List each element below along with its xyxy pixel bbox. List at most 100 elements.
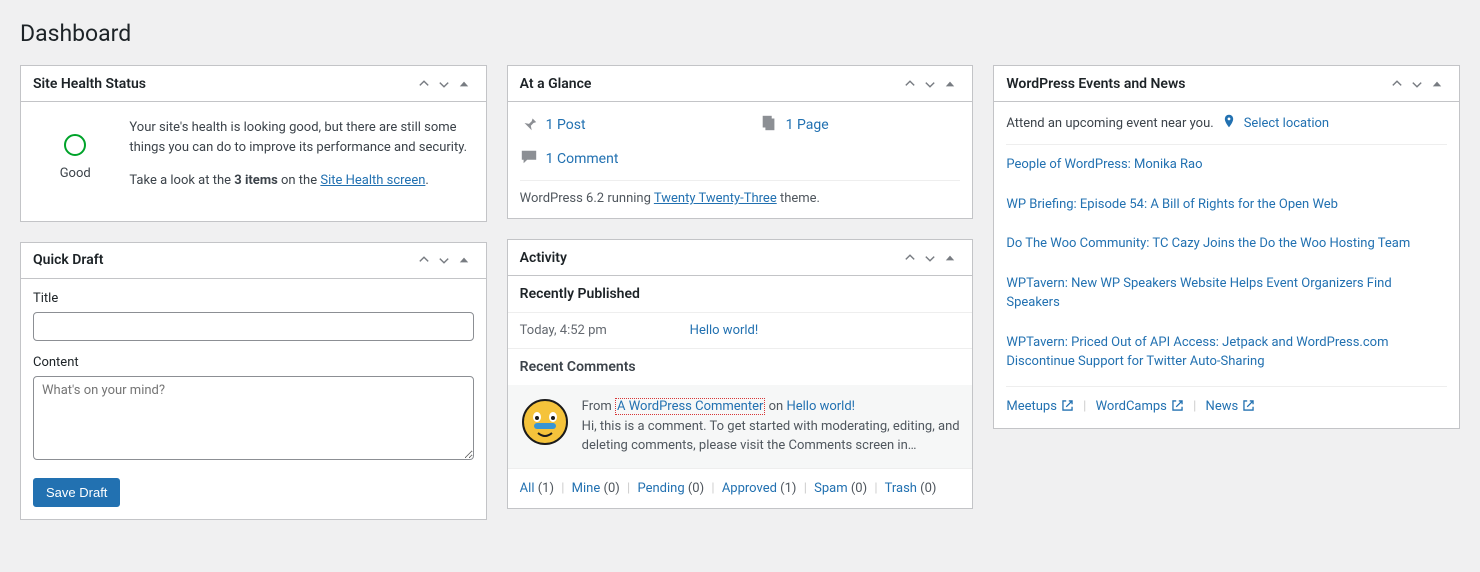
separator: | xyxy=(1193,399,1196,414)
news-item: People of WordPress: Monika Rao xyxy=(1006,145,1447,185)
move-up-icon[interactable] xyxy=(900,248,920,268)
move-down-icon[interactable] xyxy=(920,74,940,94)
external-link-icon xyxy=(1061,399,1074,416)
move-down-icon[interactable] xyxy=(920,248,940,268)
news-link[interactable]: WPTavern: Priced Out of API Access: Jetp… xyxy=(1006,335,1388,370)
count: (0) xyxy=(688,481,704,496)
column-1: Site Health Status Good Your site's heal… xyxy=(20,65,487,520)
recently-published-heading: Recently Published xyxy=(508,276,973,313)
comments-link[interactable]: 1 Comment xyxy=(546,151,619,167)
move-up-icon[interactable] xyxy=(414,250,434,270)
count: (0) xyxy=(604,481,620,496)
comment-text: From A WordPress Commenter on Hello worl… xyxy=(582,397,961,456)
external-link-icon xyxy=(1171,399,1184,416)
dashboard-columns: Site Health Status Good Your site's heal… xyxy=(20,65,1460,520)
avatar xyxy=(520,397,570,456)
news-link[interactable]: WP Briefing: Episode 54: A Bill of Right… xyxy=(1006,197,1338,212)
move-down-icon[interactable] xyxy=(434,250,454,270)
separator: | xyxy=(874,481,877,496)
filter-pending[interactable]: Pending xyxy=(637,481,684,496)
save-draft-button[interactable]: Save Draft xyxy=(33,478,120,507)
filter-trash[interactable]: Trash xyxy=(885,481,917,496)
content-textarea[interactable] xyxy=(33,376,474,460)
theme-link[interactable]: Twenty Twenty-Three xyxy=(654,191,777,206)
post-link[interactable]: Hello world! xyxy=(690,323,759,338)
commenter-link[interactable]: A WordPress Commenter xyxy=(615,398,765,415)
toggle-icon[interactable] xyxy=(454,250,474,270)
count: (0) xyxy=(920,481,936,496)
glance-posts: 1 Post xyxy=(520,114,720,136)
move-up-icon[interactable] xyxy=(1387,74,1407,94)
count: (1) xyxy=(780,481,796,496)
widget-at-a-glance: At a Glance 1 Post 1 Page xyxy=(507,65,974,219)
separator: | xyxy=(561,481,564,496)
news-ext-link[interactable]: News xyxy=(1206,399,1256,414)
filter-approved[interactable]: Approved xyxy=(722,481,777,496)
glance-grid: 1 Post 1 Page 1 Comment xyxy=(520,114,961,170)
site-health-screen-link[interactable]: Site Health screen xyxy=(320,173,425,188)
title-input[interactable] xyxy=(33,312,474,341)
widget-title: Activity xyxy=(520,250,901,266)
move-up-icon[interactable] xyxy=(900,74,920,94)
glance-pages: 1 Page xyxy=(760,114,960,136)
move-down-icon[interactable] xyxy=(434,74,454,94)
widget-title: At a Glance xyxy=(520,76,901,92)
news-link[interactable]: WPTavern: New WP Speakers Website Helps … xyxy=(1006,276,1391,311)
column-2: At a Glance 1 Post 1 Page xyxy=(507,65,974,520)
news-list: People of WordPress: Monika Rao WP Brief… xyxy=(1006,144,1447,382)
pages-link[interactable]: 1 Page xyxy=(786,117,829,133)
filter-mine[interactable]: Mine xyxy=(572,481,601,496)
content-label: Content xyxy=(33,355,474,370)
page-icon xyxy=(760,114,778,136)
site-health-para1: Your site's health is looking good, but … xyxy=(129,118,469,157)
text: From xyxy=(582,399,615,414)
location-icon xyxy=(1222,114,1236,132)
widget-quick-draft: Quick Draft Title Content Save Draft xyxy=(20,242,487,520)
widget-title: Quick Draft xyxy=(33,252,414,268)
external-link-icon xyxy=(1242,399,1255,416)
count: (1) xyxy=(538,481,554,496)
toggle-icon[interactable] xyxy=(1427,74,1447,94)
comment-body: Hi, this is a comment. To get started wi… xyxy=(582,417,961,456)
widget-title: WordPress Events and News xyxy=(1006,76,1387,92)
news-item: WPTavern: Priced Out of API Access: Jetp… xyxy=(1006,323,1447,382)
toggle-icon[interactable] xyxy=(940,248,960,268)
filter-spam[interactable]: Spam xyxy=(814,481,848,496)
recent-comments-heading: Recent Comments xyxy=(508,348,973,385)
toggle-icon[interactable] xyxy=(454,74,474,94)
site-health-indicator: Good xyxy=(37,118,113,205)
separator: | xyxy=(804,481,807,496)
widget-activity: Activity Recently Published Today, 4:52 … xyxy=(507,239,974,509)
filter-all[interactable]: All xyxy=(520,481,535,496)
news-link[interactable]: People of WordPress: Monika Rao xyxy=(1006,157,1202,172)
toggle-icon[interactable] xyxy=(940,74,960,94)
status-label: Good xyxy=(37,166,113,181)
news-link[interactable]: Do The Woo Community: TC Cazy Joins the … xyxy=(1006,236,1410,251)
widget-header: At a Glance xyxy=(508,66,973,102)
news-body: Attend an upcoming event near you. Selec… xyxy=(994,102,1459,428)
comment-post-link[interactable]: Hello world! xyxy=(786,399,855,414)
count: (0) xyxy=(851,481,867,496)
move-up-icon[interactable] xyxy=(414,74,434,94)
widget-header: WordPress Events and News xyxy=(994,66,1459,102)
comment-icon xyxy=(520,148,538,170)
publish-time: Today, 4:52 pm xyxy=(520,323,650,338)
news-footer: Meetups | WordCamps | News xyxy=(1006,386,1447,416)
select-location-link[interactable]: Select location xyxy=(1244,116,1329,131)
wordcamps-link[interactable]: WordCamps xyxy=(1096,399,1184,414)
site-health-para2: Take a look at the 3 items on the Site H… xyxy=(129,171,469,191)
attend-line: Attend an upcoming event near you. Selec… xyxy=(1006,114,1447,132)
page-title: Dashboard xyxy=(20,20,1460,47)
glance-footer: WordPress 6.2 running Twenty Twenty-Thre… xyxy=(520,180,961,206)
glance-comments: 1 Comment xyxy=(520,148,720,170)
comment-filters: All (1) | Mine (0) | Pending (0) | Appro… xyxy=(508,468,973,508)
posts-link[interactable]: 1 Post xyxy=(546,117,586,133)
separator: | xyxy=(627,481,630,496)
news-item: Do The Woo Community: TC Cazy Joins the … xyxy=(1006,224,1447,264)
text: Take a look at the xyxy=(129,173,234,188)
widget-header: Quick Draft xyxy=(21,243,486,279)
activity-row: Today, 4:52 pm Hello world! xyxy=(508,313,973,348)
status-circle-icon xyxy=(64,134,86,156)
move-down-icon[interactable] xyxy=(1407,74,1427,94)
meetups-link[interactable]: Meetups xyxy=(1006,399,1074,414)
